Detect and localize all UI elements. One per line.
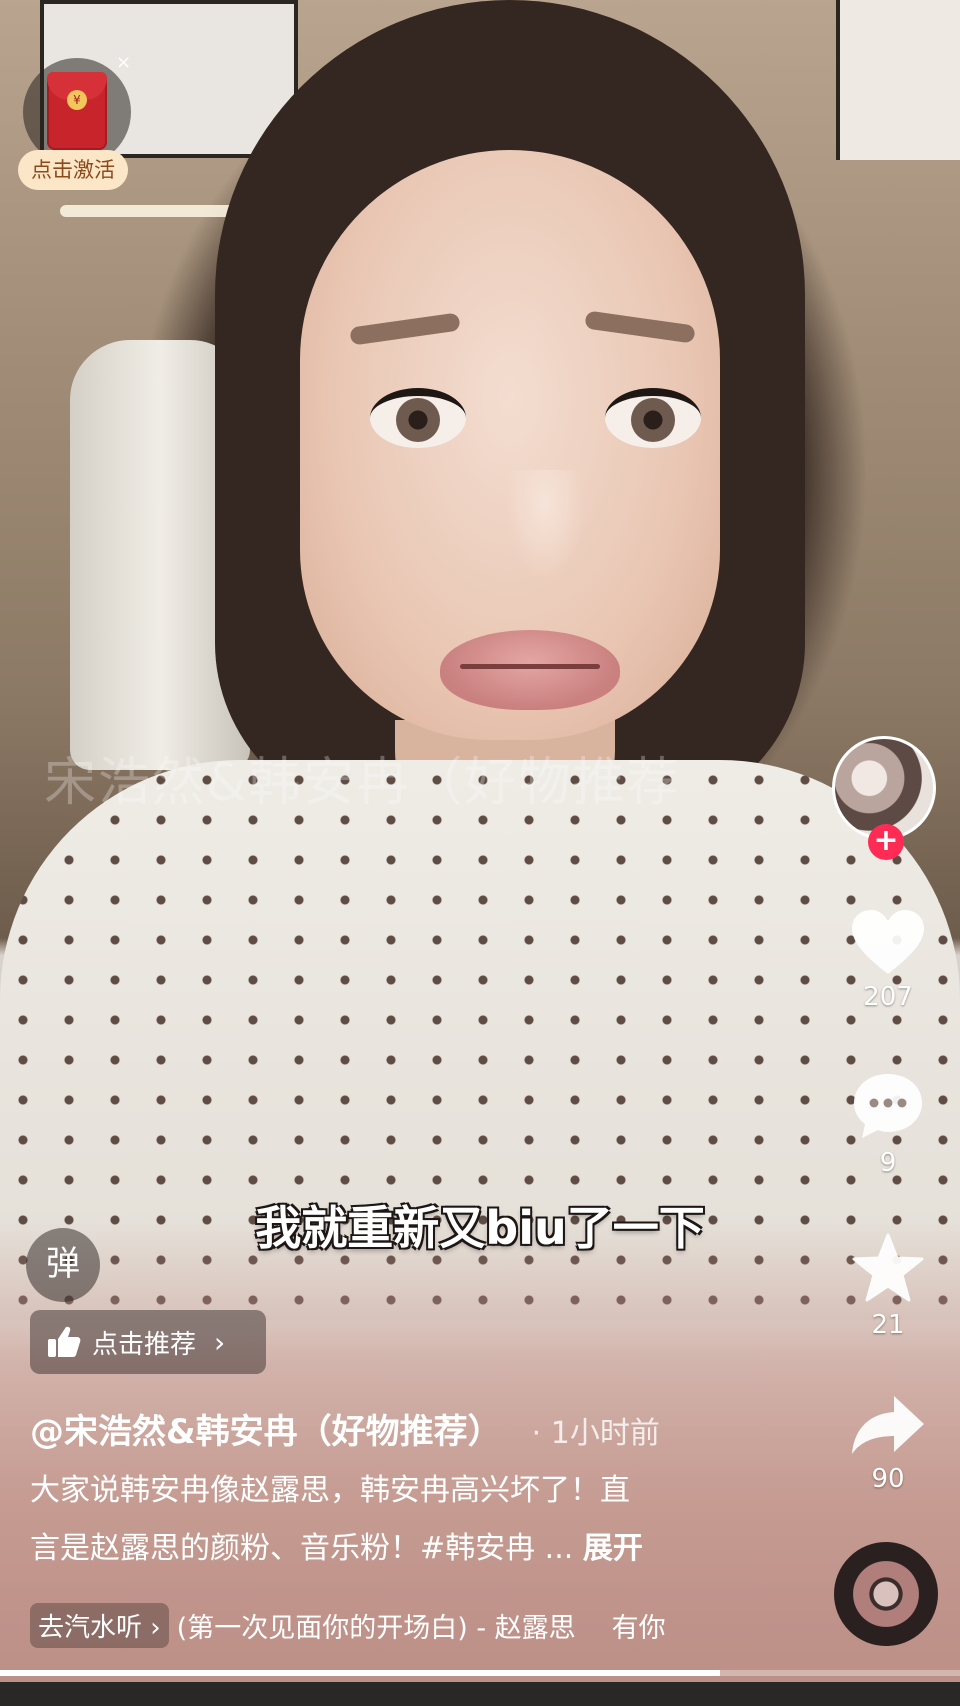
chevron-right-icon: › [214,1325,226,1359]
share-button[interactable]: 90 [836,1392,940,1494]
comment-button[interactable]: 9 [836,1070,940,1178]
bottom-bar [0,1682,960,1706]
right-eye [605,388,701,448]
like-count: 207 [863,982,913,1012]
recommend-label: 点击推荐 [92,1329,197,1360]
video-progress-bar[interactable] [0,1670,960,1676]
thumbs-up-icon [48,1326,81,1357]
favorite-count: 21 [871,1310,905,1340]
video-subtitle: 我就重新又biu了一下 [255,1201,705,1255]
description-line-2-text: 言是赵露思的颜粉、音乐粉！#韩安冉 ... [30,1531,583,1566]
comment-icon [854,1074,922,1138]
music-disc-icon [834,1542,938,1646]
activate-button[interactable]: 点击激活 [18,150,128,190]
nose [505,470,585,580]
share-count: 90 [871,1464,905,1494]
left-eye [370,388,466,448]
wall-picture-right [836,0,960,160]
heart-icon [852,910,924,974]
close-icon[interactable]: × [116,52,131,73]
music-disc-button[interactable] [834,1542,938,1646]
music-title: (第一次见面你的开场白) - 赵露思 [176,1612,576,1644]
comment-count: 9 [879,1148,897,1178]
red-envelope-widget[interactable]: ¥ × 点击激活 [18,52,140,194]
video-description[interactable]: 大家说韩安冉像赵露思，韩安冉高兴坏了！直 言是赵露思的颜粉、音乐粉！#韩安冉 .… [30,1462,750,1578]
coin-icon: ¥ [67,90,87,110]
description-line-2: 言是赵露思的颜粉、音乐粉！#韩安冉 ... 展开 [30,1520,750,1578]
author-row: @宋浩然&韩安冉（好物推荐） · 1小时前 [30,1404,810,1454]
open-in-music-app-button[interactable]: 去汽水听 › [30,1602,169,1648]
danmaku-toggle-button[interactable]: 弹 [26,1228,100,1302]
video-watermark: 宋浩然&韩安冉（好物推荐 [44,753,681,813]
author-name-link[interactable]: @宋浩然&韩安冉（好物推荐） [30,1404,502,1453]
follow-button[interactable]: + [868,824,904,860]
expand-button[interactable]: 展开 [583,1531,643,1566]
lips [440,630,620,710]
recommend-button[interactable]: 点击推荐 › [30,1310,266,1374]
like-button[interactable]: 207 [836,908,940,1012]
share-arrow-icon [852,1396,924,1454]
description-line-1: 大家说韩安冉像赵露思，韩安冉高兴坏了！直 [30,1473,630,1508]
video-progress-fill [0,1670,720,1676]
music-title-scroll: 有你 [611,1612,666,1644]
video-screen[interactable]: 宋浩然&韩安冉（好物推荐 ¥ × 点击激活 + 207 9 21 90 我就重新… [0,0,960,1706]
author-avatar-group[interactable]: + [832,736,944,860]
post-time: · 1小时前 [531,1416,660,1451]
music-row[interactable]: 去汽水听 › (第一次见面你的开场白) - 赵露思 有你 [30,1600,810,1650]
red-envelope-icon: ¥ [47,72,107,150]
lips-line [460,664,600,669]
shelf-light [60,205,250,217]
